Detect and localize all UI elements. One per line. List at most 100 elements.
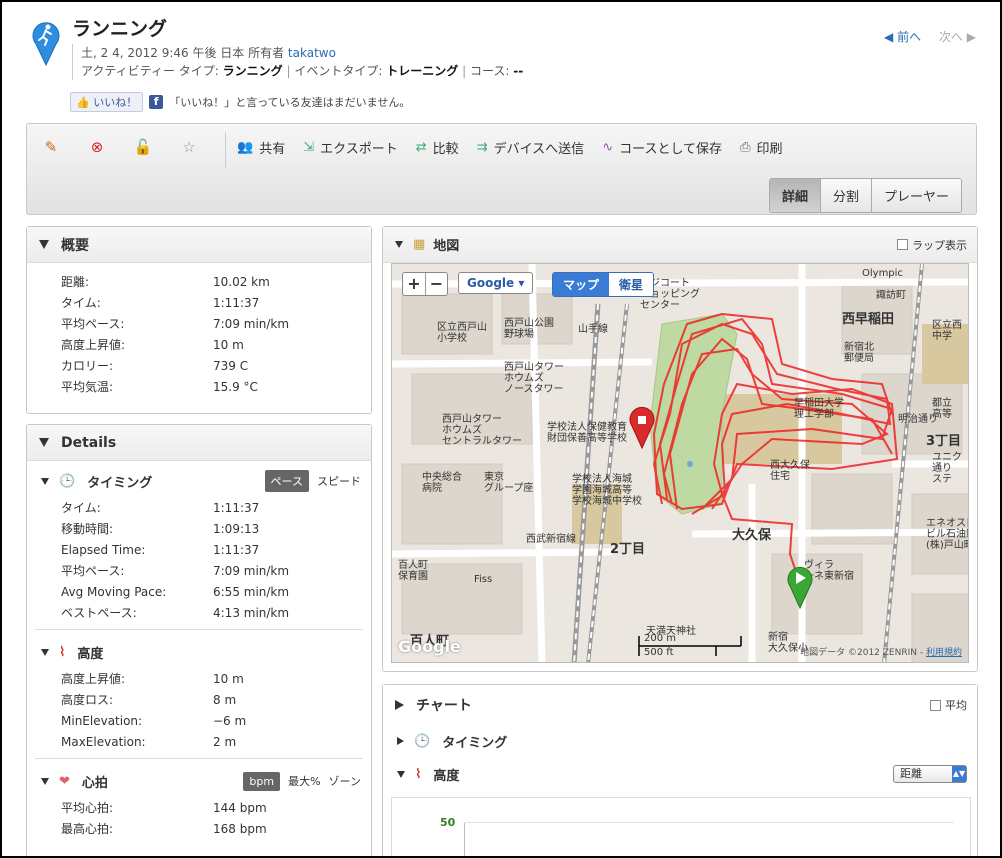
timing-value: 1:09:13 <box>213 521 260 536</box>
timing-title: タイミング <box>87 475 153 491</box>
map-label: 西武新宿線 <box>526 534 576 545</box>
toolbar-actions: 👥 共有 ⇲ エクスポート ⇄ 比較 ⇉ デバイスへ送信 ∿ コースとして保存 ⎙ 印刷 <box>237 138 782 157</box>
map-provider-select[interactable]: Google ▾ <box>458 272 534 294</box>
export-button[interactable]: ⇲ エクスポート <box>303 138 398 157</box>
map-label: 百人町 保育園 <box>398 560 428 582</box>
lap-checkbox[interactable] <box>897 239 908 250</box>
course-value[interactable]: -- <box>513 64 523 78</box>
chart-header[interactable]: チャート 平均 <box>383 685 977 725</box>
map-type-satellite-button[interactable]: 衛星 <box>609 273 654 296</box>
collapse-triangle-icon <box>41 777 49 785</box>
zoom-in-button[interactable]: + <box>403 273 425 295</box>
map-label: 諏訪町 <box>876 290 906 301</box>
lap-display-toggle[interactable]: ラップ表示 <box>897 237 967 253</box>
summary-key: カロリー: <box>61 359 114 373</box>
send-to-device-label: デバイスへ送信 <box>493 142 585 157</box>
map-label: 学校法人保健教育 財団保善高等学校 <box>547 422 627 444</box>
summary-row: 平均気温: 15.9 °C <box>27 376 371 397</box>
timing-value: 4:13 min/km <box>213 605 290 620</box>
share-label: 共有 <box>259 142 286 157</box>
collapse-triangle-icon <box>397 770 405 778</box>
summary-panel: 概要 距離: 10.02 km タイム: 1:11:37 平均ペース: 7:09 mi… <box>26 226 372 414</box>
heart-rate-section-header[interactable]: ❤ 心拍 bpm 最大% ゾーン <box>27 765 371 797</box>
map-label: 西戸山タワー ホウムズ ノースタワー <box>504 362 564 395</box>
timing-section-header[interactable]: 🕒 タイミング ペース スピード <box>27 465 371 497</box>
zoom-out-button[interactable]: − <box>425 273 447 295</box>
event-type-label: イベントタイプ: <box>294 64 383 78</box>
next-link: 次へ ▶ <box>938 30 976 44</box>
expand-triangle-icon <box>395 700 404 710</box>
map-label: Fiss <box>474 574 493 585</box>
heart-rate-key: 平均心拍: <box>61 801 114 815</box>
map-label: 早稲田大学 理工学部 <box>794 398 844 420</box>
map-copyright: 地図データ ©2012 ZENRIN - 利用規約 <box>800 645 962 658</box>
prev-label: 前へ <box>897 30 922 44</box>
speed-toggle[interactable]: スピード <box>317 473 361 489</box>
send-to-device-button[interactable]: ⇉ デバイスへ送信 <box>477 138 585 157</box>
chart-timing-header[interactable]: 🕒 タイミング <box>383 725 977 757</box>
map-provider-label: Google <box>467 276 515 290</box>
bpm-toggle[interactable]: bpm <box>243 771 281 791</box>
activity-type-value[interactable]: ランニング <box>223 64 283 78</box>
activity-type-label: アクティビティー タイプ: <box>81 64 219 78</box>
elevation-value: 8 m <box>213 692 237 707</box>
view-details-button[interactable]: 詳細 <box>769 179 820 212</box>
map-label: 区立西 中学 <box>932 320 962 342</box>
summary-title: 概要 <box>61 237 89 254</box>
details-header[interactable]: Details <box>27 425 371 461</box>
owner-link[interactable]: takatwo <box>288 46 336 60</box>
scale-metric-label: 200 m <box>644 633 677 644</box>
summary-header[interactable]: 概要 <box>27 227 371 263</box>
heart-rate-row: 最高心拍: 168 bpm <box>27 818 371 839</box>
scale-imperial-label: 500 ft <box>644 647 674 658</box>
map-type-map-button[interactable]: マップ <box>553 273 610 296</box>
like-status-text: 「いいね！」と言っている友達はまだいません。 <box>169 96 411 109</box>
delete-icon[interactable]: ⊗ <box>87 138 107 156</box>
pace-toggle[interactable]: ペース <box>264 470 309 492</box>
event-type-value[interactable]: トレーニング <box>386 64 458 78</box>
heart-rate-title: 心拍 <box>81 775 108 791</box>
route-map[interactable]: 区立西戸山 小学校 西戸山公園 野球場 西戸山タワー ホウムズ ノースタワー 西戸山タワ… <box>391 263 969 663</box>
summary-value: 1:11:37 <box>213 295 260 310</box>
terms-link[interactable]: 利用規約 <box>926 648 962 658</box>
timing-row: ベストペース: 4:13 min/km <box>27 602 371 623</box>
chart-elevation-header[interactable]: ⌇ 高度 距離 ▲▼ <box>383 757 977 791</box>
map-icon: ▦ <box>413 237 426 252</box>
activity-toolbar: ✎ ⊗ 🔓 ☆ 👥 共有 ⇲ エクスポート ⇄ 比較 ⇉ デバイスへ送信 ∿ コースとして… <box>26 123 977 215</box>
timing-row: Elapsed Time: 1:11:37 <box>27 539 371 560</box>
average-checkbox[interactable] <box>930 699 941 711</box>
summary-row: 距離: 10.02 km <box>27 271 371 292</box>
favorite-star-icon[interactable]: ☆ <box>179 138 199 156</box>
print-icon: ⎙ <box>740 140 751 155</box>
map-header[interactable]: ▦ 地図 ラップ表示 <box>383 227 977 263</box>
share-button[interactable]: 👥 共有 <box>237 138 285 157</box>
print-button[interactable]: ⎙ 印刷 <box>740 138 782 157</box>
activity-title: ランニング <box>72 18 168 40</box>
edit-icon[interactable]: ✎ <box>41 138 61 156</box>
view-mode-toggle: 詳細 分割 プレーヤー <box>768 178 962 213</box>
save-as-course-label: コースとして保存 <box>619 142 723 157</box>
like-button[interactable]: 👍 いいね！ <box>70 92 144 112</box>
details-panel: Details 🕒 タイミング ペース スピード タイム: 1:11:37 移動時… <box>26 424 372 856</box>
elevation-section-header[interactable]: ⌇ 高度 <box>27 636 371 668</box>
gridline <box>464 822 954 823</box>
map-type-toggle: マップ 衛星 <box>552 272 655 297</box>
view-player-button[interactable]: プレーヤー <box>870 179 961 212</box>
prev-link[interactable]: ◀ 前へ <box>884 30 921 44</box>
summary-row: 平均ペース: 7:09 min/km <box>27 313 371 334</box>
expand-triangle-icon <box>397 737 404 745</box>
elevation-icon: ⌇ <box>59 644 66 660</box>
chart-axis-select[interactable]: 距離 ▲▼ <box>893 765 967 783</box>
save-as-course-button[interactable]: ∿ コースとして保存 <box>602 138 722 157</box>
summary-value: 10 m <box>213 337 244 352</box>
average-toggle[interactable]: 平均 <box>930 697 967 713</box>
max-percent-toggle[interactable]: 最大% <box>288 773 320 789</box>
view-split-button[interactable]: 分割 <box>819 179 871 212</box>
lock-icon[interactable]: 🔓 <box>133 138 153 156</box>
section-divider <box>35 629 363 630</box>
map-copyright-text: 地図データ ©2012 ZENRIN - <box>800 648 924 658</box>
map-scale: 200 m 500 ft <box>638 633 742 658</box>
zone-toggle[interactable]: ゾーン <box>329 773 361 789</box>
compare-button[interactable]: ⇄ 比較 <box>416 138 459 157</box>
collapse-triangle-icon <box>41 477 49 485</box>
